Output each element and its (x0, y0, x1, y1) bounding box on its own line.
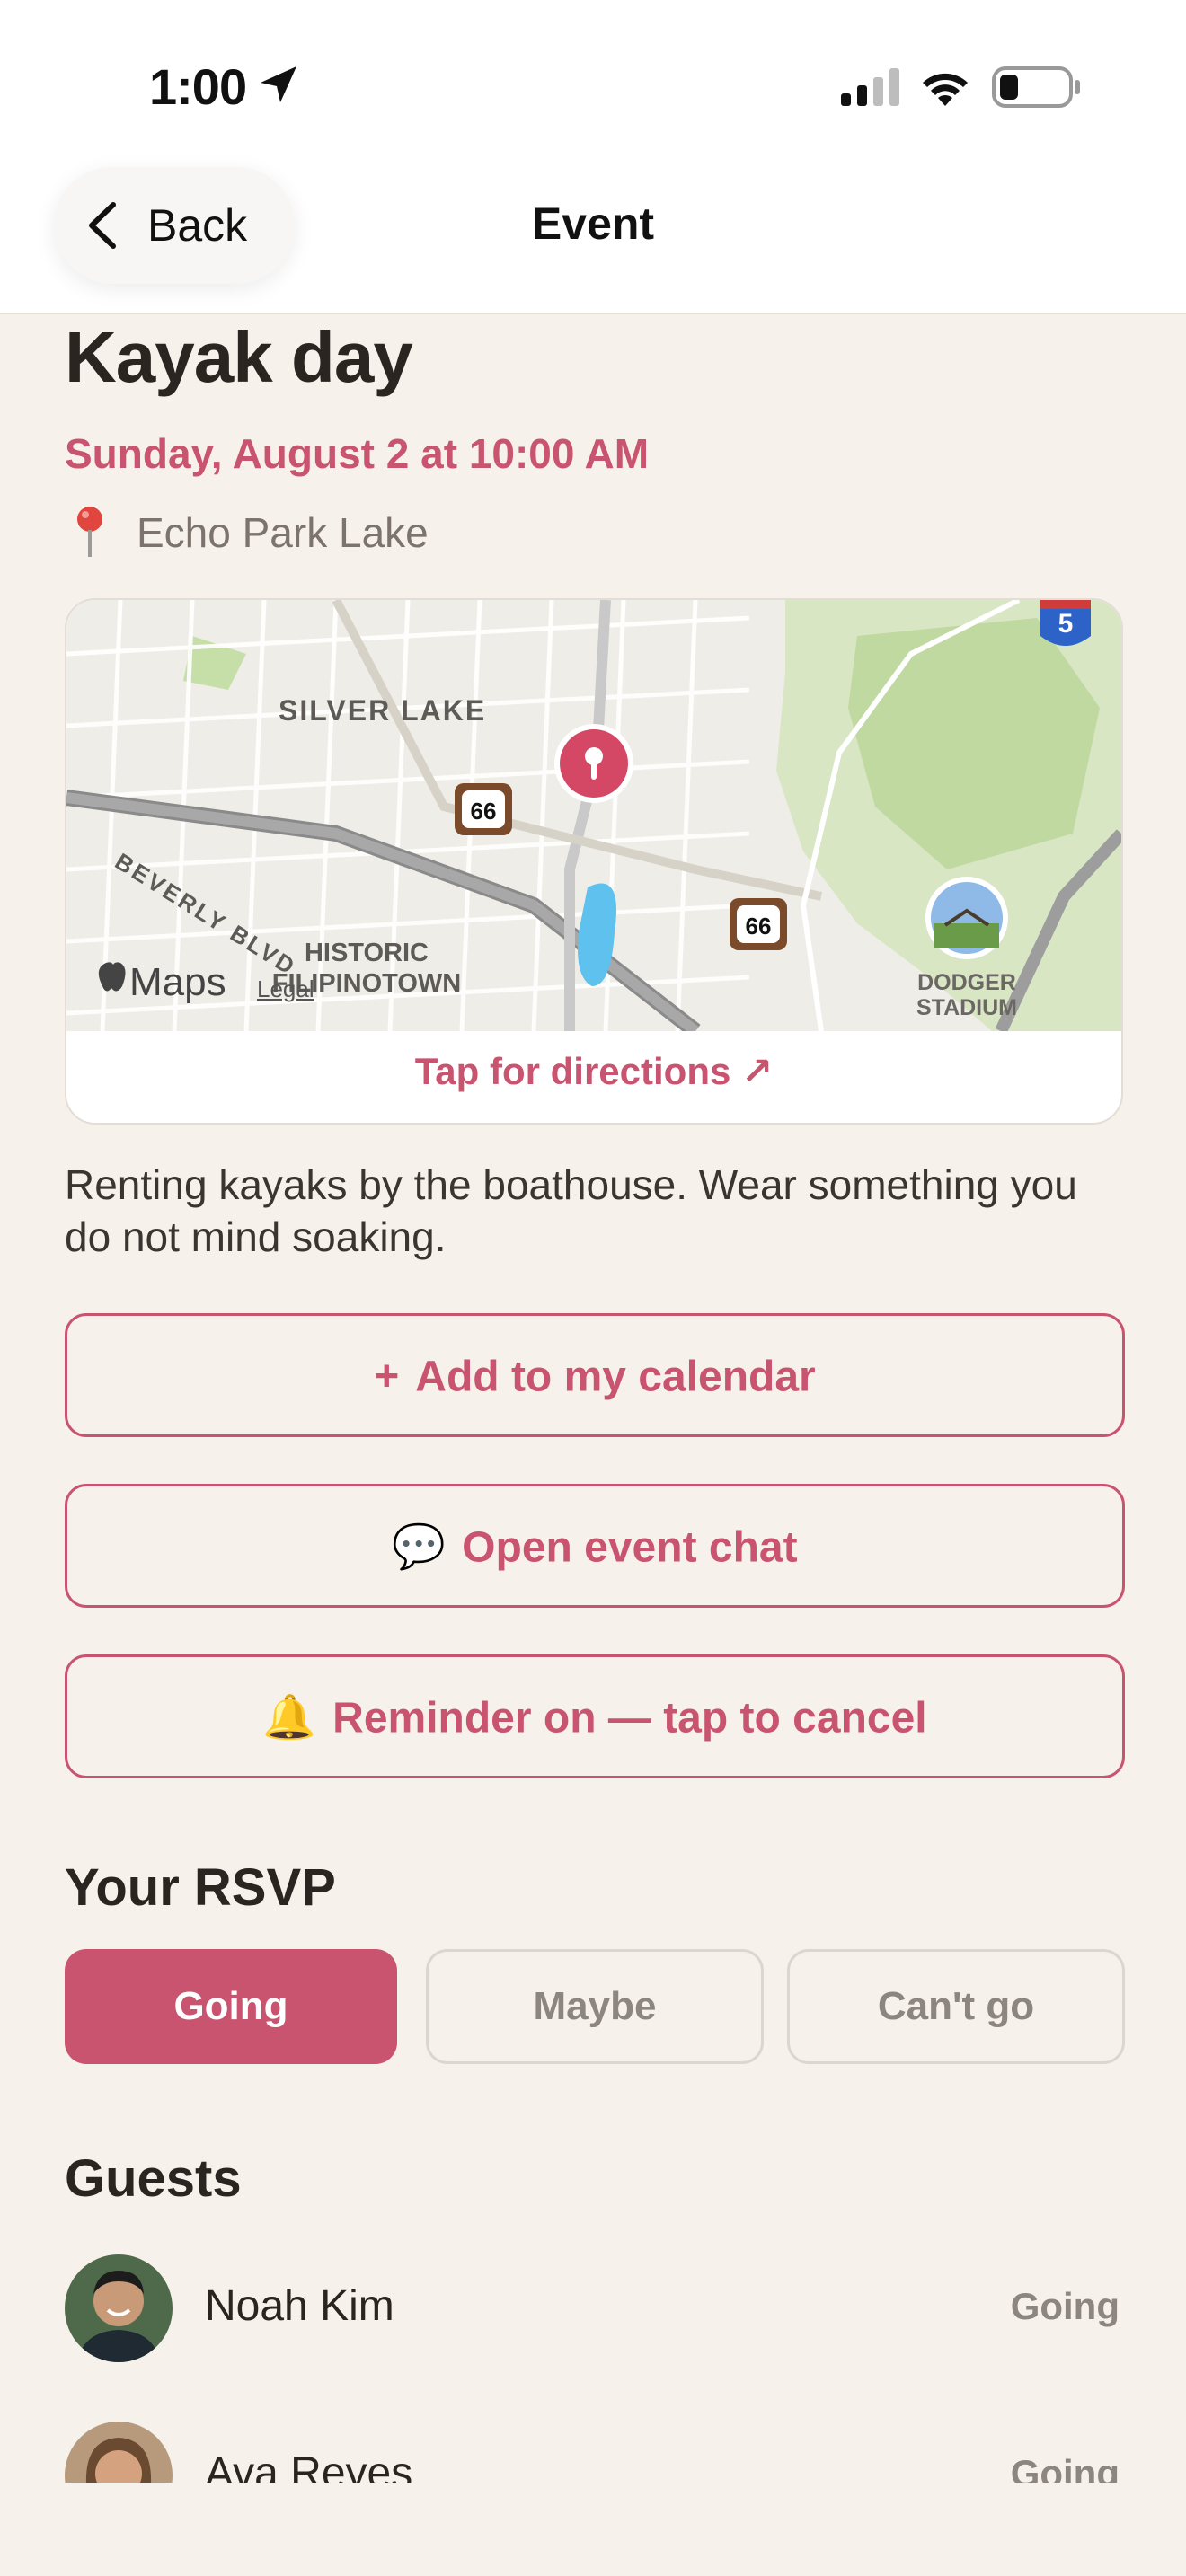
guest-row[interactable]: Noah Kim Going (65, 2254, 1120, 2362)
svg-text:66: 66 (471, 798, 497, 825)
guest-status: Going (1010, 2452, 1120, 2483)
nav-title: Event (531, 198, 655, 249)
screen: 1:00 Back Event Kayak day Sunday, August… (0, 0, 1186, 2483)
svg-text:Maps: Maps (129, 960, 226, 1004)
add-to-calendar-button[interactable]: + Add to my calendar (65, 1313, 1125, 1437)
guest-name: Noah Kim (205, 2282, 394, 2330)
dodger-stadium-poi (925, 877, 1008, 959)
plus-icon: + (374, 1353, 400, 1401)
reminder-toggle-button[interactable]: 🔔 Reminder on — tap to cancel (65, 1654, 1125, 1778)
open-event-chat-button[interactable]: 💬 Open event chat (65, 1484, 1125, 1608)
svg-text:5: 5 (1058, 609, 1074, 639)
event-description: Renting kayaks by the boathouse. Wear so… (65, 1161, 1077, 1260)
top-bar: 1:00 Back Event (0, 0, 1186, 314)
add-to-calendar-label: Add to my calendar (415, 1353, 816, 1401)
svg-text:HISTORIC: HISTORIC (305, 939, 429, 967)
map-view[interactable]: 66 66 5 SILVER LAKE HISTORIC FILIPINOTOW… (66, 600, 1121, 1031)
reminder-label: Reminder on — tap to cancel (332, 1694, 927, 1742)
wifi-icon (923, 73, 968, 106)
svg-text:DODGER: DODGER (917, 970, 1016, 995)
svg-text:STADIUM: STADIUM (916, 995, 1017, 1020)
status-bar: 1:00 (0, 0, 1186, 171)
avatar (65, 2422, 173, 2483)
route-66-shield-1: 66 (455, 783, 512, 835)
location-pin-icon (77, 507, 102, 557)
avatar (65, 2254, 173, 2362)
guest-row[interactable]: Ava Reyes Going (65, 2422, 1120, 2483)
event-title: Kayak day (65, 317, 413, 397)
map-label-silver-lake: SILVER LAKE (279, 694, 486, 727)
map-legal-link: Legal (257, 975, 314, 1002)
map-card[interactable]: 66 66 5 SILVER LAKE HISTORIC FILIPINOTOW… (65, 598, 1123, 1125)
status-time: 1:00 (149, 58, 247, 115)
event-location: Echo Park Lake (137, 509, 429, 556)
route-66-shield-2: 66 (730, 898, 787, 950)
rsvp-heading: Your RSVP (65, 1858, 336, 1917)
open-event-chat-label: Open event chat (462, 1523, 798, 1572)
cellular-signal-icon (841, 68, 899, 106)
event-date: Sunday, August 2 at 10:00 AM (65, 430, 650, 477)
rsvp-cant-go-button[interactable]: Can't go (787, 1949, 1125, 2064)
svg-text:66: 66 (746, 913, 772, 940)
rsvp-maybe-button[interactable]: Maybe (426, 1949, 764, 2064)
chat-bubble-icon: 💬 (392, 1523, 447, 1572)
guest-status: Going (1010, 2285, 1120, 2327)
location-arrow-icon (261, 66, 296, 102)
battery-icon (992, 66, 1080, 108)
rsvp-going-button[interactable]: Going (65, 1949, 397, 2064)
map-pin-icon (554, 724, 633, 803)
guests-heading: Guests (65, 2149, 242, 2208)
bell-icon: 🔔 (262, 1694, 317, 1742)
interstate-5-shield: 5 (1040, 600, 1091, 646)
directions-link[interactable]: Tap for directions ↗ (66, 1049, 1121, 1093)
guest-name: Ava Reyes (205, 2449, 413, 2483)
